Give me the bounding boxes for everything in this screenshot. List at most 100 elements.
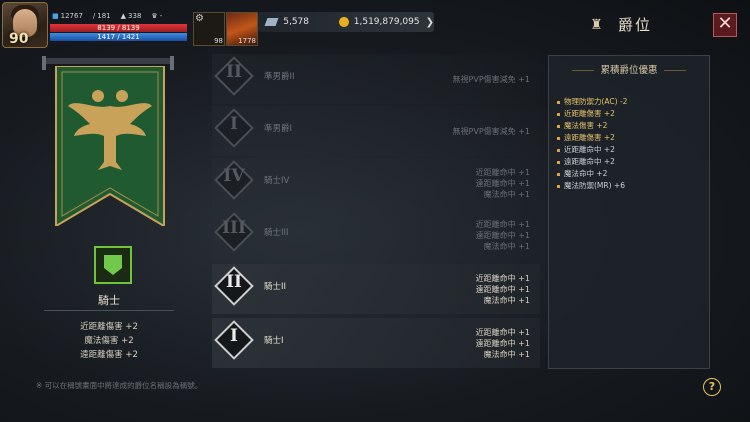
page-header: ♜ 爵位 bbox=[590, 14, 652, 35]
mp-bar: 1417 / 1421 bbox=[50, 33, 187, 41]
sword-icon: / bbox=[92, 12, 96, 20]
rank-effect: 遠距離命中 +1 bbox=[475, 230, 530, 240]
stat-shield: ■ 12767 bbox=[52, 12, 83, 20]
bullet-icon bbox=[557, 160, 560, 164]
bullet-icon bbox=[557, 172, 560, 176]
rank-numeral: II bbox=[226, 62, 242, 82]
stat-value: 12767 bbox=[60, 12, 83, 20]
rank-effects: 近距離命中 +1 遠距離命中 +1 魔法命中 +1 bbox=[476, 264, 530, 314]
rank-effect: 魔法命中 +1 bbox=[483, 189, 530, 199]
rank-numeral: III bbox=[222, 218, 246, 238]
potion-count: 98 bbox=[214, 37, 223, 45]
cumulative-item-text: 近距離命中 +2 bbox=[564, 145, 615, 154]
stat-sword: /181 bbox=[93, 12, 111, 20]
character-avatar[interactable]: 90 bbox=[2, 2, 48, 48]
rank-effects: 近距離命中 +1 遠距離命中 +1 魔法命中 +1 bbox=[476, 318, 530, 368]
item-count: 1778 bbox=[238, 37, 256, 45]
rank-bonus: 魔法傷害 +2 bbox=[84, 336, 134, 346]
rank-effect: 無視PVP傷害減免 +1 bbox=[452, 126, 530, 136]
rank-name: 準男爵II bbox=[264, 72, 295, 82]
cumulative-bonus-panel: 累積爵位優惠 物理防禦力(AC) -2 近距離傷害 +2 魔法傷害 +2 遠距離… bbox=[548, 55, 710, 369]
cumulative-item-text: 魔法傷害 +2 bbox=[564, 121, 608, 130]
cumulative-item-text: 近距離傷害 +2 bbox=[564, 109, 615, 118]
cumulative-item-text: 遠距離命中 +2 bbox=[564, 157, 615, 166]
gold-amount: 1,519,879,095 bbox=[353, 17, 420, 27]
divider bbox=[44, 310, 174, 311]
rank-numeral: II bbox=[226, 272, 242, 292]
diamond-icon bbox=[264, 18, 279, 26]
rank-row[interactable]: I 準男爵I 無視PVP傷害減免 +1 bbox=[212, 106, 540, 156]
rank-effects: 近距離命中 +1 遠距離命中 +1 魔法命中 +1 bbox=[476, 210, 530, 260]
bullet-icon bbox=[557, 112, 560, 116]
item-slot[interactable]: 1778 bbox=[226, 12, 258, 46]
cumulative-item: 魔法傷害 +2 bbox=[557, 120, 627, 132]
rank-name: 騎士II bbox=[264, 282, 287, 292]
trophy-icon: ♛ bbox=[151, 12, 158, 20]
rank-effect: 近距離命中 +1 bbox=[475, 167, 530, 177]
rank-effect: 魔法命中 +1 bbox=[483, 295, 530, 305]
rank-numeral: IV bbox=[223, 166, 245, 186]
rank-row[interactable]: III 騎士III 近距離命中 +1 遠距離命中 +1 魔法命中 +1 bbox=[212, 210, 540, 260]
stat-value: 338 bbox=[128, 12, 142, 20]
potion-slot[interactable]: ⚙ 98 bbox=[193, 12, 225, 46]
rank-effect: 魔法命中 +1 bbox=[483, 349, 530, 359]
stat-value: - bbox=[159, 12, 163, 20]
close-button[interactable]: ✕ bbox=[713, 13, 737, 37]
cumulative-item-text: 魔法防禦(MR) +6 bbox=[564, 181, 625, 190]
rank-effect: 近距離命中 +1 bbox=[475, 219, 530, 229]
gear-icon[interactable]: ⚙ bbox=[195, 13, 204, 24]
rank-numeral: I bbox=[230, 114, 238, 134]
rank-effect: 遠距離命中 +1 bbox=[475, 338, 530, 348]
shield-icon: ■ bbox=[52, 12, 59, 20]
current-rank-panel: 騎士 近距離傷害 +2 魔法傷害 +2 遠距離傷害 +2 bbox=[24, 52, 194, 368]
currency-bar[interactable]: 5,578 1,519,879,095 ❯ bbox=[258, 12, 434, 32]
rank-effect: 近距離命中 +1 bbox=[475, 327, 530, 337]
cumulative-list: 物理防禦力(AC) -2 近距離傷害 +2 魔法傷害 +2 遠距離傷害 +2 近… bbox=[557, 96, 627, 192]
rank-row[interactable]: I 騎士I 近距離命中 +1 遠距離命中 +1 魔法命中 +1 bbox=[212, 318, 540, 368]
cumulative-title: 累積爵位優惠 bbox=[549, 62, 709, 76]
rank-row[interactable]: II 騎士II 近距離命中 +1 遠距離命中 +1 魔法命中 +1 bbox=[212, 264, 540, 314]
chevron-right-icon[interactable]: ❯ bbox=[426, 17, 434, 28]
tower-icon: ▲ bbox=[120, 12, 127, 20]
cumulative-item: 魔法命中 +2 bbox=[557, 168, 627, 180]
current-rank-name: 騎士 bbox=[98, 294, 120, 307]
bullet-icon bbox=[557, 100, 560, 104]
rank-name: 騎士III bbox=[264, 228, 289, 238]
bullet-icon bbox=[557, 148, 560, 152]
rank-row[interactable]: II 準男爵II 無視PVP傷害減免 +1 bbox=[212, 54, 540, 104]
rank-bonus: 近距離傷害 +2 bbox=[80, 322, 138, 332]
gold-coin-icon bbox=[339, 17, 349, 27]
character-stats: ■ 12767 /181 ▲ 338 ♛ - bbox=[52, 12, 162, 20]
rank-numeral: I bbox=[230, 326, 238, 346]
rank-row[interactable]: IV 騎士IV 近距離命中 +1 遠距離命中 +1 魔法命中 +1 bbox=[212, 158, 540, 208]
rank-effects: 近距離命中 +1 遠距離命中 +1 魔法命中 +1 bbox=[476, 158, 530, 208]
cumulative-item-text: 物理防禦力(AC) -2 bbox=[564, 97, 628, 106]
rank-name: 騎士I bbox=[264, 336, 284, 346]
character-level: 90 bbox=[9, 31, 29, 47]
rank-effects: 無視PVP傷害減免 +1 bbox=[453, 54, 530, 104]
cumulative-item: 近距離傷害 +2 bbox=[557, 108, 627, 120]
rank-banner bbox=[55, 66, 165, 226]
rank-medal-icon: ♜ bbox=[590, 16, 603, 33]
cumulative-item-text: 魔法命中 +2 bbox=[564, 169, 608, 178]
cumulative-item-text: 遠距離傷害 +2 bbox=[564, 133, 615, 142]
cumulative-item: 遠距離傷害 +2 bbox=[557, 132, 627, 144]
bullet-icon bbox=[557, 136, 560, 140]
rank-effects: 無視PVP傷害減免 +1 bbox=[453, 106, 530, 156]
gem-amount: 5,578 bbox=[283, 17, 309, 27]
cumulative-item: 近距離命中 +2 bbox=[557, 144, 627, 156]
help-button[interactable]: ? bbox=[703, 378, 721, 396]
banner-post-left bbox=[42, 56, 46, 70]
bullet-icon bbox=[557, 184, 560, 188]
rank-bonus: 遠距離傷害 +2 bbox=[80, 350, 138, 360]
rank-name: 準男爵I bbox=[264, 124, 293, 134]
rank-emblem bbox=[94, 246, 132, 284]
cumulative-item: 魔法防禦(MR) +6 bbox=[557, 180, 627, 192]
rank-effect: 無視PVP傷害減免 +1 bbox=[452, 74, 530, 84]
cumulative-item: 遠距離命中 +2 bbox=[557, 156, 627, 168]
banner-rod bbox=[44, 58, 172, 64]
rank-effect: 遠距離命中 +1 bbox=[475, 178, 530, 188]
hp-bar: 8139 / 8139 bbox=[50, 24, 187, 32]
footer-note: ※ 可以在稱號畫面中將達成的爵位名稱設為稱號。 bbox=[36, 381, 203, 390]
rank-effect: 遠距離命中 +1 bbox=[475, 284, 530, 294]
